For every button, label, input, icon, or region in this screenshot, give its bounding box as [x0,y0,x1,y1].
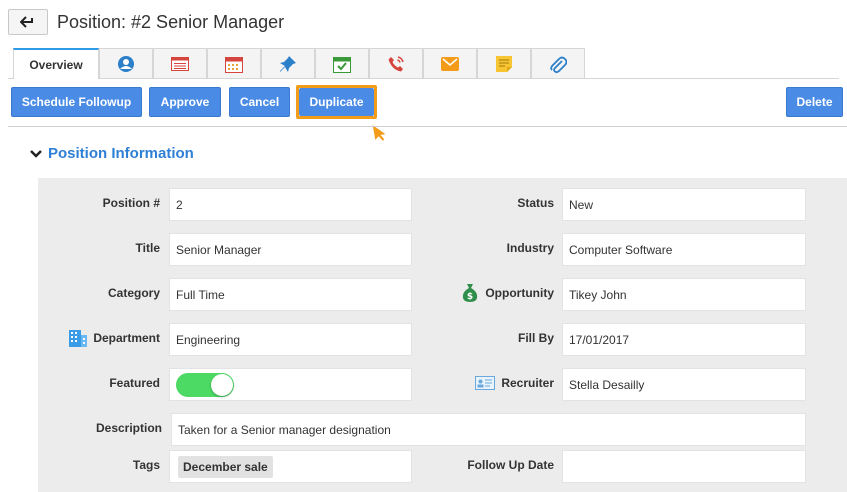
tags-field[interactable]: December sale [169,450,412,483]
approve-button[interactable]: Approve [149,87,221,117]
tab-contacts[interactable] [99,48,153,78]
delete-button[interactable]: Delete [786,87,843,117]
status-field[interactable]: New [562,188,806,221]
tab-attachment[interactable] [531,48,585,78]
recruiter-field[interactable]: Stella Desailly [562,368,806,401]
tag-chip[interactable]: December sale [178,455,273,478]
duplicate-highlight: Duplicate [296,85,377,119]
list-icon [171,56,189,71]
follow-up-date-field[interactable] [562,450,806,483]
page-title: Position: #2 Senior Manager [57,11,285,32]
department-field[interactable]: Engineering [169,323,412,356]
cancel-button[interactable]: Cancel [229,87,290,117]
contacts-icon [118,55,134,72]
field-label: Category [107,286,160,300]
field-label-text: Opportunity [485,286,554,300]
tab-list[interactable] [153,48,207,78]
tab-calendar[interactable] [207,48,261,78]
field-label: Status [517,196,554,210]
schedule-followup-button[interactable]: Schedule Followup [11,87,142,117]
page-header: Position: #2 Senior Manager [8,8,284,36]
featured-toggle[interactable] [176,372,234,397]
field-label: Description [95,421,162,435]
calendar-icon [225,56,243,73]
field-label-text: Recruiter [501,376,554,390]
tab-email[interactable] [423,48,477,78]
attachment-icon [550,56,567,73]
field-label: Tags [132,458,160,472]
field-label: Follow Up Date [467,458,554,472]
field-label: Title [135,241,160,255]
back-button[interactable] [8,9,48,35]
opportunity-field[interactable]: Tikey John [562,278,806,311]
chevron-down-icon [30,149,42,158]
tab-phone[interactable] [369,48,423,78]
record-tabs: Overview [13,48,585,79]
position-number-field[interactable]: 2 [169,188,412,221]
tab-task[interactable] [315,48,369,78]
svg-text:$: $ [467,292,473,302]
pointer-arrow-icon [372,125,386,141]
industry-field[interactable]: Computer Software [562,233,806,266]
back-arrow-icon [20,16,33,28]
note-icon [496,55,512,72]
field-label: Industry [506,241,554,255]
tab-pin[interactable] [261,48,315,78]
fill-by-field[interactable]: 17/01/2017 [562,323,806,356]
section-header[interactable]: Position Information [30,145,194,162]
toolbar-divider [8,126,847,127]
department-label: Department [38,328,160,348]
email-icon [441,56,459,71]
recruiter-label: Recruiter [428,373,554,393]
field-label: Position # [102,196,160,210]
id-card-icon [475,376,496,390]
section-title: Position Information [48,145,194,162]
description-field[interactable]: Taken for a Senior manager designation [171,413,806,446]
phone-icon [388,55,404,71]
money-bag-icon: $ [463,284,478,302]
position-info-panel: Position # 2 Status New Title Senior Man… [38,178,847,492]
tab-overview[interactable]: Overview [13,48,99,79]
field-label-text: Department [93,331,160,345]
opportunity-label: $ Opportunity [428,283,554,303]
tab-note[interactable] [477,48,531,78]
building-icon [69,330,88,347]
field-label: Fill By [517,331,554,345]
pin-icon [280,55,296,72]
title-field[interactable]: Senior Manager [169,233,412,266]
action-toolbar: Schedule Followup Approve Cancel Duplica… [11,85,843,141]
field-label: Featured [109,376,160,390]
category-field[interactable]: Full Time [169,278,412,311]
duplicate-button[interactable]: Duplicate [299,88,374,116]
toggle-knob [211,373,233,396]
featured-field [169,368,412,401]
tabs-divider [8,78,839,79]
task-icon [333,56,351,73]
